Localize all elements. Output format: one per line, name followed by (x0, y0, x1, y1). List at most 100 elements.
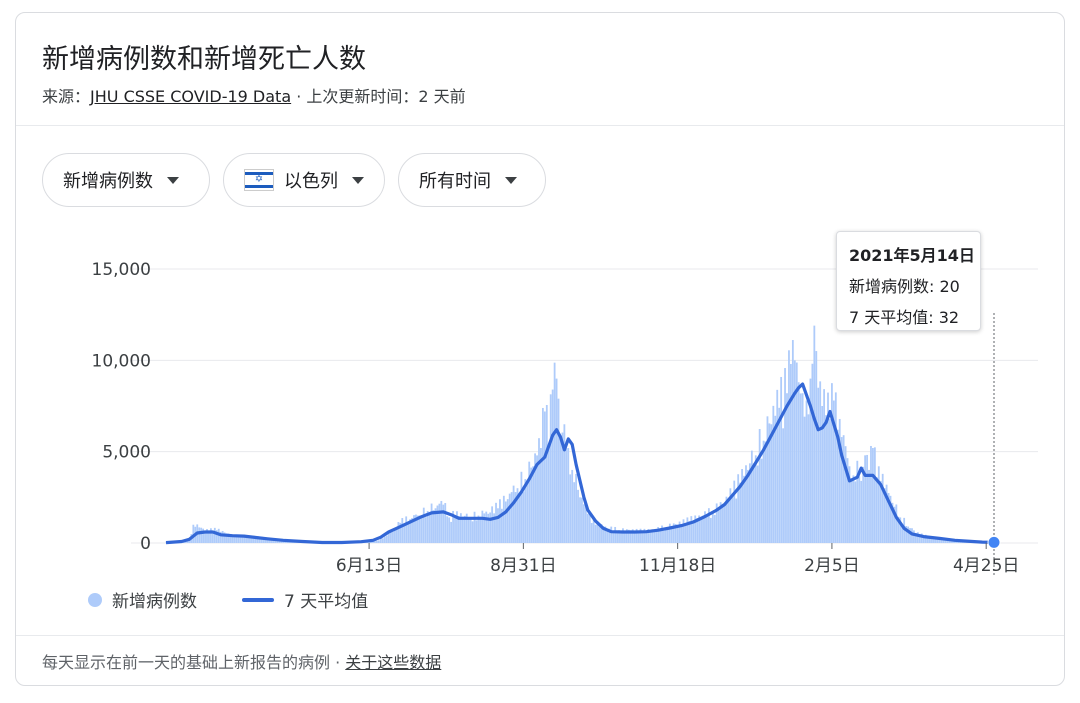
case-bar (793, 360, 796, 543)
case-bar (797, 382, 800, 543)
case-bar (475, 520, 478, 543)
case-bar (713, 514, 716, 543)
case-bar (776, 389, 779, 543)
case-bar (717, 509, 720, 543)
case-bar (532, 466, 535, 543)
legend-line-icon (242, 597, 274, 602)
x-tick-label: 2月5日 (804, 556, 860, 576)
case-bar (702, 515, 704, 543)
case-bar (377, 540, 380, 543)
case-bar (842, 435, 845, 543)
case-bar (764, 441, 767, 543)
case-bar (790, 363, 792, 543)
y-tick-label: 10,000 (92, 351, 151, 371)
case-bar (637, 532, 640, 543)
case-bar (752, 463, 755, 543)
case-bar (502, 495, 505, 543)
case-bar (567, 448, 570, 543)
case-bar (735, 498, 738, 543)
case-bar (463, 515, 466, 543)
case-bar (549, 394, 552, 543)
case-bar (510, 492, 513, 543)
legend-bars: 新增病例数 (88, 587, 197, 612)
case-bar (831, 383, 833, 543)
footer-note: 每天显示在前一天的基础上新报告的病例 (42, 653, 331, 672)
case-bar (870, 445, 872, 543)
case-bar (211, 532, 214, 543)
case-bar (499, 499, 501, 543)
case-bar (875, 477, 878, 543)
case-bar (801, 393, 804, 543)
case-bar (786, 393, 788, 543)
case-bar (727, 499, 730, 543)
case-bar (850, 479, 853, 543)
case-bar (805, 400, 808, 543)
footer-separator: · (330, 653, 346, 672)
case-bar (866, 454, 868, 543)
legend-line: 7 天平均值 (242, 587, 368, 612)
case-bar (686, 517, 689, 543)
case-bar (581, 497, 583, 543)
case-bar (594, 524, 597, 543)
case-bar (913, 530, 915, 543)
case-bar (448, 517, 451, 543)
case-bar (573, 482, 576, 543)
tooltip-date: 2021年5月14日 (849, 246, 975, 265)
case-bar (444, 503, 447, 543)
case-bar (598, 526, 601, 543)
case-bar (877, 466, 880, 543)
case-bar (743, 475, 745, 543)
case-bar (895, 504, 898, 543)
case-bar (506, 499, 509, 543)
case-bar (213, 527, 216, 543)
case-bar (471, 521, 474, 543)
case-bar (852, 475, 855, 543)
case-bar (868, 469, 870, 543)
case-bar (405, 516, 408, 543)
case-bar (522, 491, 525, 543)
case-bar (481, 510, 484, 543)
case-bar (737, 474, 740, 543)
case-bar (555, 378, 558, 543)
case-bar (420, 516, 423, 543)
case-bar (784, 368, 786, 543)
case-bar (198, 527, 201, 543)
case-bar (721, 503, 724, 543)
about-data-link[interactable]: 关于这些数据 (345, 653, 441, 672)
case-bar (873, 447, 876, 543)
case-bar (733, 480, 736, 543)
case-bar (659, 530, 661, 543)
case-bar (819, 381, 822, 543)
case-bar (860, 480, 863, 543)
case-bar (583, 504, 585, 543)
x-tick-label: 4月25日 (953, 556, 1019, 576)
case-bar (454, 515, 456, 543)
case-bar (508, 493, 511, 543)
case-bar (551, 389, 554, 543)
case-bar (391, 532, 394, 543)
case-bar (829, 418, 831, 543)
case-bar (682, 519, 685, 543)
case-bar (610, 526, 613, 543)
case-bar (864, 455, 867, 543)
case-bar (376, 540, 378, 543)
x-tick-label: 6月13日 (336, 556, 402, 576)
footer-divider (16, 635, 1064, 636)
case-bar (579, 497, 581, 543)
case-bar (770, 424, 773, 543)
case-bar (545, 404, 548, 543)
case-bar (563, 424, 566, 543)
case-bar (559, 437, 562, 543)
case-bar (438, 503, 441, 543)
case-bar (690, 516, 693, 543)
case-bar (684, 524, 687, 543)
y-tick-label: 0 (140, 534, 151, 554)
case-bar (758, 429, 761, 543)
case-bar (237, 537, 240, 543)
case-bar (473, 511, 476, 543)
case-bar (403, 525, 406, 543)
case-bar (233, 536, 236, 543)
case-bar (780, 376, 783, 543)
case-bar (616, 532, 619, 543)
case-bar (577, 489, 579, 543)
